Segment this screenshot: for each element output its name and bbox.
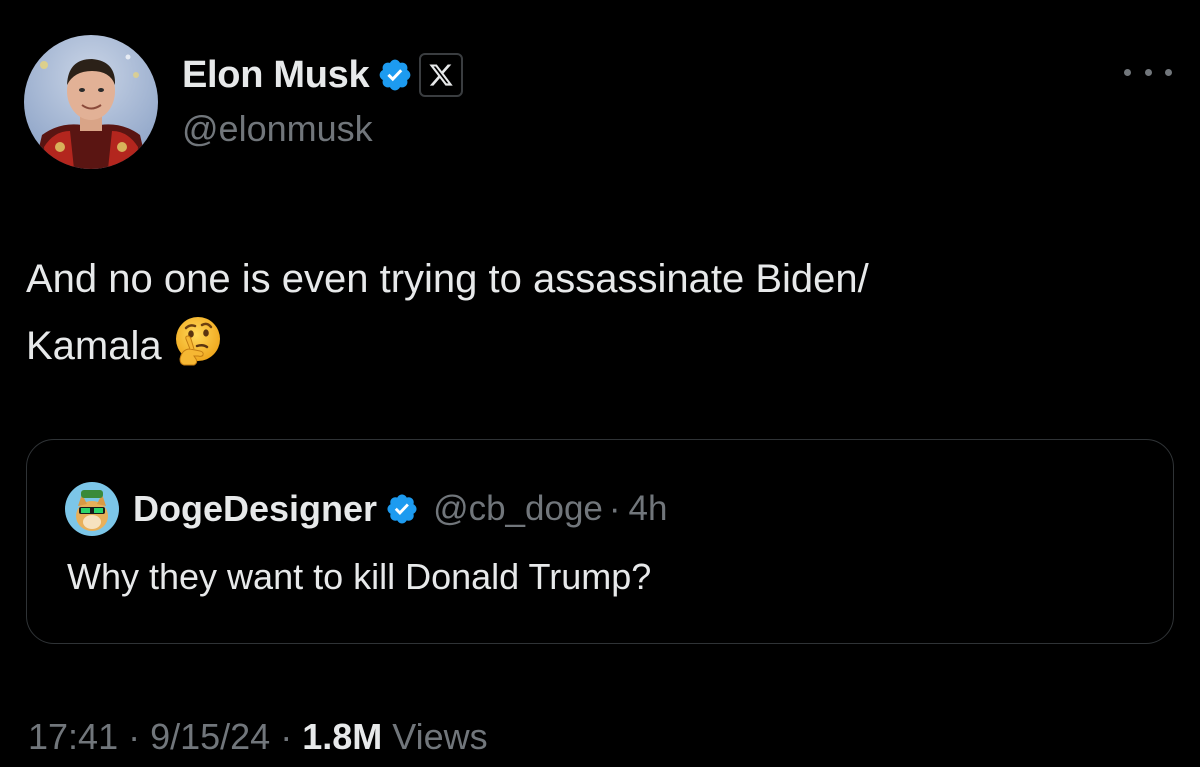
quoted-tweet-card[interactable]: DogeDesigner @cb_doge · 4h Why they want… [26,439,1174,644]
verified-badge-icon[interactable] [385,492,419,526]
quoted-author-handle[interactable]: @cb_doge [433,489,603,529]
quoted-tweet-header: DogeDesigner @cb_doge · 4h [65,482,668,536]
separator-dot: · [280,716,293,757]
more-dot [1124,68,1131,76]
separator-dot: · [608,489,621,528]
quoted-author-display-name[interactable]: DogeDesigner [133,488,377,530]
views-count: 1.8M [302,716,383,757]
author-handle[interactable]: @elonmusk [182,108,373,150]
separator-dot: · [128,716,141,757]
tweet-time[interactable]: 17:41 [28,716,118,758]
tweet-text-line: Kamala [26,313,1146,380]
quoted-tweet-text: Why they want to kill Donald Trump? [67,556,652,597]
quoted-tweet-time[interactable]: 4h [629,489,668,529]
quoted-author-avatar[interactable] [65,482,119,536]
author-display-name[interactable]: Elon Musk [182,54,370,97]
tweet-text-line-2: Kamala [26,324,162,368]
thinking-face-emoji-icon [170,313,226,369]
more-dot [1144,68,1152,76]
more-options-icon[interactable] [1124,60,1172,84]
tweet-meta: 17:41 · 9/15/24 · 1.8M Views [28,716,488,758]
verified-badge-icon[interactable] [377,57,413,93]
author-avatar[interactable] [24,35,158,169]
tweet: Elon Musk @elonmusk And no one is even t… [0,0,1200,767]
more-dot [1165,68,1172,76]
author-name-row: Elon Musk [182,52,464,98]
tweet-text-line: And no one is even trying to assassinate… [26,257,869,301]
views-label: Views [392,716,488,757]
x-logo-icon[interactable] [419,53,464,97]
tweet-text: And no one is even trying to assassinate… [26,246,1146,380]
tweet-date[interactable]: 9/15/24 [150,716,270,758]
